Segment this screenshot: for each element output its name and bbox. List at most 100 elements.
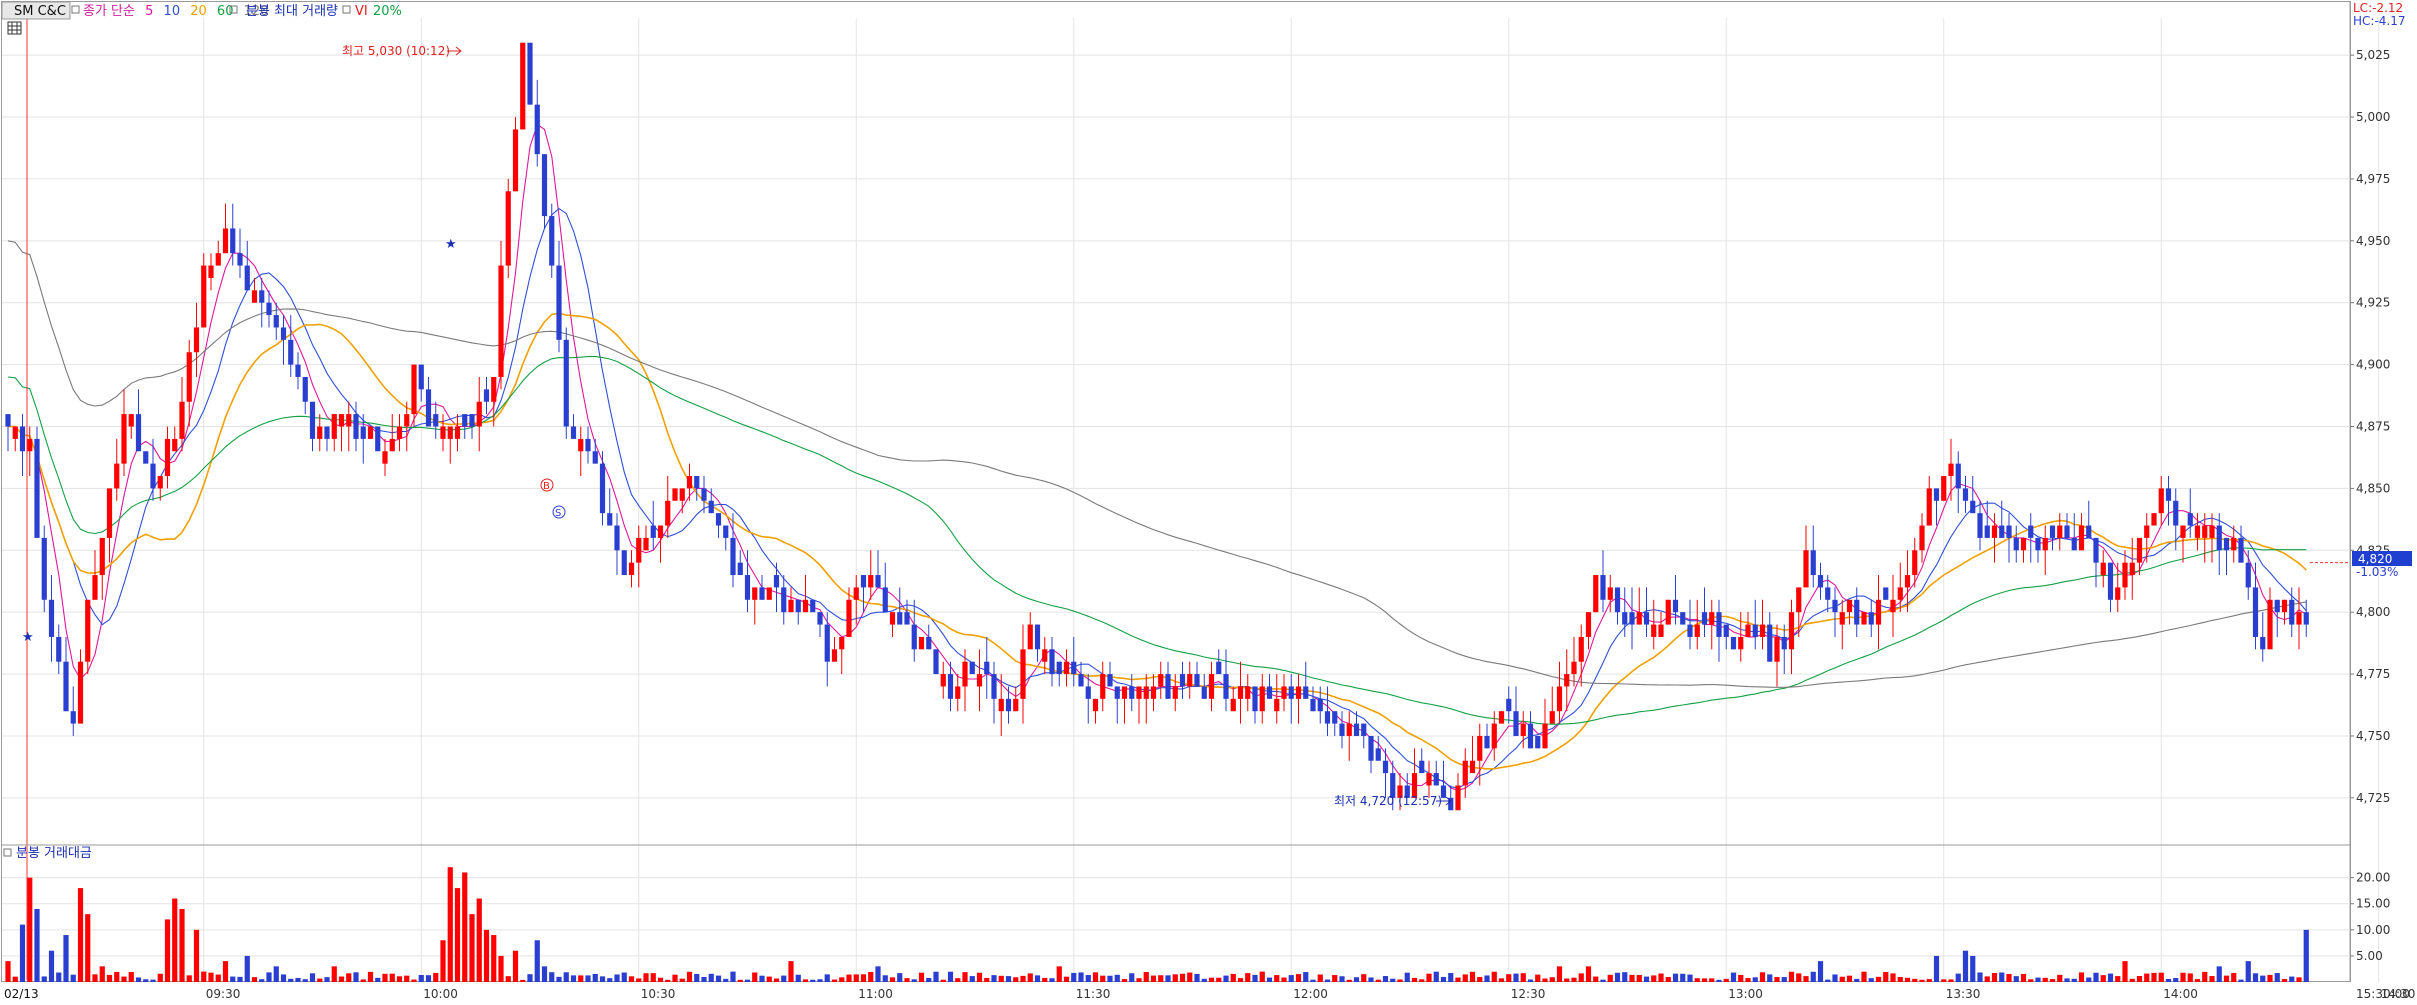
candle-body — [2180, 525, 2186, 538]
candle-body — [135, 414, 142, 452]
volume-bar — [940, 979, 946, 982]
candle-body — [824, 624, 830, 662]
candle-body — [63, 661, 69, 712]
volume-bar — [244, 955, 250, 982]
candle-body — [41, 537, 47, 600]
time-tick-label: 11:00 — [858, 987, 893, 1001]
candle-body — [723, 525, 729, 538]
candle-body — [447, 426, 453, 439]
volume-bar — [2158, 972, 2164, 982]
candle-body — [2093, 537, 2099, 563]
candle-body — [70, 711, 76, 724]
vi-label: VI — [355, 4, 368, 19]
candle — [1680, 612, 1686, 625]
volume-bar — [2151, 972, 2157, 982]
volume-bar — [1796, 973, 1802, 982]
candle-body — [280, 327, 287, 340]
candle-body — [1571, 661, 1577, 675]
candle-body — [694, 476, 700, 489]
candle-body — [686, 476, 693, 489]
grid-icon[interactable] — [7, 21, 22, 35]
candle-body — [1419, 760, 1425, 774]
candle-body — [918, 636, 925, 650]
volume-bar — [2238, 979, 2244, 982]
volume-bar — [773, 978, 780, 982]
candle — [2151, 513, 2157, 526]
volume-bar — [1034, 975, 1041, 982]
volume-bar — [505, 976, 511, 982]
candle-body — [1303, 686, 1309, 699]
candle — [143, 451, 149, 464]
candle-body — [766, 587, 772, 600]
candle — [1941, 476, 1947, 501]
candle-body — [904, 612, 910, 625]
candle-body — [1694, 624, 1700, 637]
volume-bar — [280, 974, 287, 982]
time-tick-label: 10:00 — [423, 987, 458, 1001]
volume-bar — [1593, 976, 1599, 982]
volume-bar — [1013, 977, 1019, 982]
candle-body — [85, 599, 91, 662]
candle-body — [1259, 686, 1265, 712]
volume-bar — [476, 898, 482, 982]
stock-chart[interactable]: 4,725 4,750 4,775 4,800 4,825 4,850 4,875 4,900… — [0, 0, 2417, 1002]
volume-bar — [2093, 972, 2099, 982]
candle-body — [911, 624, 917, 650]
volume-bar — [1049, 978, 1055, 982]
candle-body — [251, 290, 258, 303]
volume-bar — [1832, 974, 1838, 982]
candle-body — [2223, 537, 2230, 551]
volume-bar — [2296, 977, 2302, 982]
low-annotation: 최저 4,720 (12:57) — [1334, 794, 1452, 808]
candle-body — [425, 389, 432, 427]
candle — [766, 587, 772, 600]
volume-bar — [360, 979, 366, 982]
volume-bar — [1926, 979, 1932, 982]
time-tick-label: 12:30 — [1511, 987, 1546, 1001]
volume-bar — [1723, 978, 1729, 982]
ma-10-label: 10 — [164, 4, 181, 19]
candle-body — [1897, 587, 1903, 600]
candle-body — [1904, 575, 1911, 588]
candle-body — [643, 537, 649, 551]
volume-bar — [1353, 977, 1360, 982]
candle-body — [875, 575, 881, 588]
candle-body — [578, 438, 584, 452]
candle-body — [2296, 612, 2302, 625]
volume-bar — [2209, 976, 2215, 982]
candle-body — [1143, 686, 1149, 699]
ma-type-label: 종가 단순 — [83, 4, 135, 19]
volume-bar — [2260, 975, 2266, 982]
volume-bar — [295, 977, 301, 982]
volume-bar — [1216, 977, 1222, 982]
candle — [810, 599, 816, 613]
volume-bar — [592, 973, 598, 982]
volume-bar — [1165, 975, 1171, 982]
volume-bar — [382, 973, 388, 982]
volume-bar — [563, 972, 569, 982]
candle-body — [1564, 674, 1570, 687]
volume-bar — [976, 972, 983, 982]
candle-body — [2049, 525, 2056, 538]
volume-bar — [694, 973, 700, 982]
volume-bar — [1571, 977, 1577, 982]
volume-bar — [1527, 979, 1534, 982]
candle-body — [237, 253, 243, 266]
candle-body — [1738, 636, 1744, 650]
volume-bar — [2078, 972, 2085, 982]
candle-body — [230, 228, 236, 254]
candle-body — [2260, 636, 2266, 650]
volume-bar — [1100, 975, 1106, 982]
candle-body — [404, 414, 410, 427]
candle-body — [164, 438, 171, 477]
volume-bar — [1890, 973, 1896, 982]
candle-body — [744, 575, 751, 600]
candle-body — [1136, 686, 1142, 699]
volume-bar — [19, 924, 26, 982]
chart-canvas[interactable]: 4,7254,7504,7754,8004,8254,8504,8754,900… — [0, 0, 2417, 1002]
symbol-label[interactable]: SM C&C — [14, 4, 66, 19]
candle — [34, 426, 40, 538]
candle-body — [2013, 537, 2019, 551]
volume-bar — [1556, 966, 1563, 982]
volume-bar — [440, 940, 446, 982]
